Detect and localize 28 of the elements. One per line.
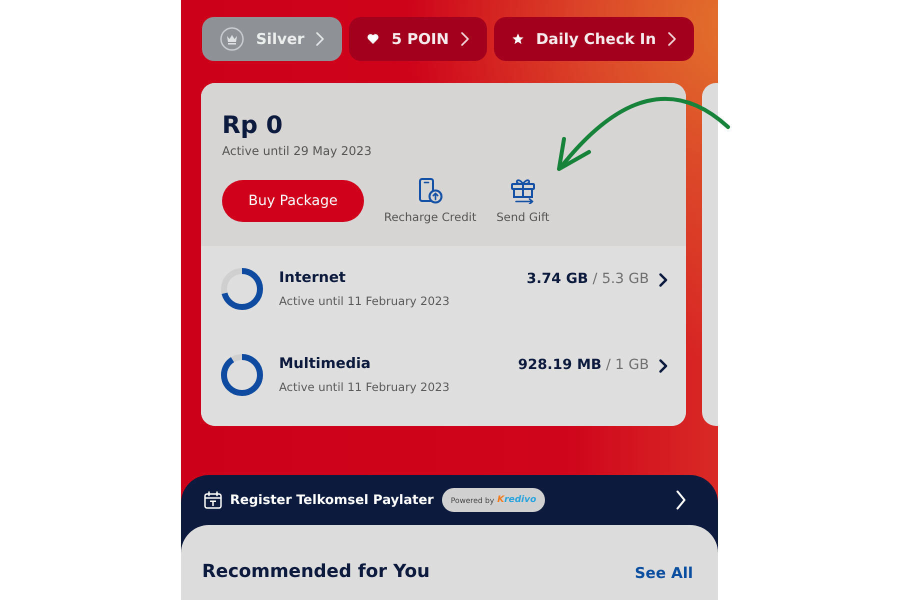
crown-icon <box>220 27 244 51</box>
chevron-icon[interactable] <box>659 273 668 287</box>
heart-icon <box>367 33 380 45</box>
balance-validity: Active until 29 May 2023 <box>222 144 372 158</box>
quota-validity: Active until 11 February 2023 <box>279 294 450 308</box>
star-icon <box>512 33 524 45</box>
status-chip[interactable]: Daily Check In <box>494 17 694 61</box>
quota-validity: Active until 11 February 2023 <box>279 380 450 394</box>
balance-amount: Rp 0 <box>222 110 283 140</box>
paylater-label[interactable]: Register Telkomsel Paylater <box>230 492 434 508</box>
calendar-icon <box>204 491 222 509</box>
buy-package-button[interactable]: Buy Package <box>222 180 364 222</box>
quick-action[interactable]: Recharge Credit <box>384 178 476 224</box>
chevron-icon <box>316 32 324 46</box>
quota-name[interactable]: Internet <box>279 270 346 286</box>
chevron-icon[interactable] <box>659 359 668 373</box>
phone-arrow-icon <box>417 178 444 204</box>
chevron-icon <box>668 32 676 46</box>
status-chip[interactable]: 5 POIN <box>349 17 487 61</box>
quota-usage: 928.19 MB / 1 GB <box>518 357 649 373</box>
see-all-link[interactable]: See All <box>634 564 693 582</box>
chevron-icon <box>460 32 469 46</box>
partner-logo: Kredivo <box>497 495 536 505</box>
quota-usage: 3.74 GB / 5.3 GB <box>526 271 649 287</box>
quota-name[interactable]: Multimedia <box>279 356 371 372</box>
section-title: Recommended for You <box>202 561 430 582</box>
quick-action[interactable]: Send Gift <box>496 178 550 224</box>
gift-icon <box>510 178 536 204</box>
